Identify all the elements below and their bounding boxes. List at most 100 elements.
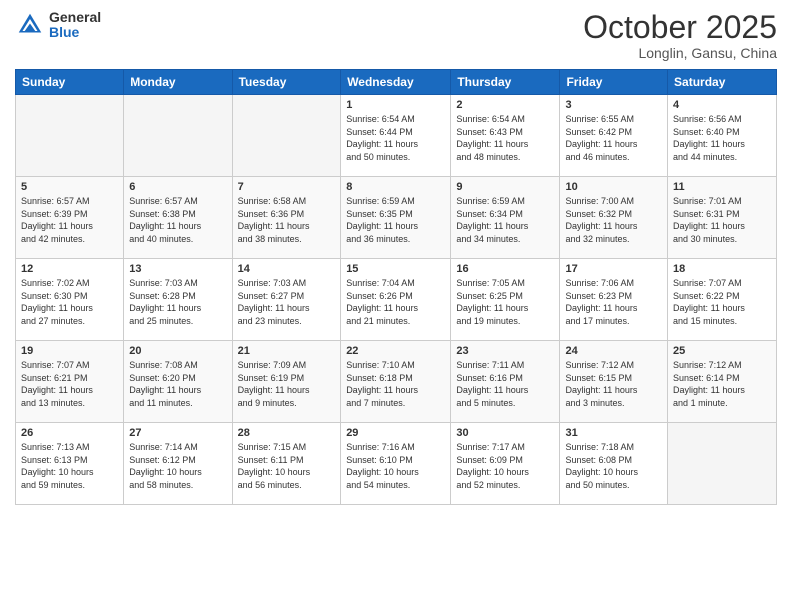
day-info: Sunrise: 7:14 AM Sunset: 6:12 PM Dayligh…	[129, 441, 226, 491]
table-row: 29 Sunrise: 7:16 AM Sunset: 6:10 PM Dayli…	[341, 423, 451, 505]
table-row: 16Sunrise: 7:05 AM Sunset: 6:25 PM Dayli…	[451, 259, 560, 341]
logo-text: General Blue	[49, 10, 101, 41]
day-number: 22	[346, 345, 445, 357]
table-row	[124, 95, 232, 177]
day-info: Sunrise: 7:02 AM Sunset: 6:30 PM Dayligh…	[21, 277, 118, 327]
day-info: Sunrise: 7:03 AM Sunset: 6:27 PM Dayligh…	[238, 277, 336, 327]
week-row-3: 12 Sunrise: 7:02 AM Sunset: 6:30 PM Dayli…	[16, 259, 777, 341]
day-number: 24	[565, 345, 662, 357]
day-number: 17	[565, 263, 662, 275]
day-info: Sunrise: 7:08 AM Sunset: 6:20 PM Dayligh…	[129, 359, 226, 409]
day-info: Sunrise: 7:13 AM Sunset: 6:13 PM Dayligh…	[21, 441, 118, 491]
table-row: 17 Sunrise: 7:06 AM Sunset: 6:23 PM Dayli…	[560, 259, 668, 341]
day-number: 29	[346, 427, 445, 439]
week-row-1: 1 Sunrise: 6:54 AM Sunset: 6:44 PM Daylig…	[16, 95, 777, 177]
day-info: Sunrise: 6:57 AM Sunset: 6:39 PM Dayligh…	[21, 195, 118, 245]
day-info: Sunrise: 7:07 AM Sunset: 6:21 PM Dayligh…	[21, 359, 118, 409]
day-number: 11	[673, 181, 771, 193]
day-info: Sunrise: 6:55 AM Sunset: 6:42 PM Dayligh…	[565, 113, 662, 163]
table-row: 22 Sunrise: 7:10 AM Sunset: 6:18 PM Dayli…	[341, 341, 451, 423]
day-number: 6	[129, 181, 226, 193]
table-row: 9Sunrise: 6:59 AM Sunset: 6:34 PM Daylig…	[451, 177, 560, 259]
day-info: Sunrise: 7:00 AM Sunset: 6:32 PM Dayligh…	[565, 195, 662, 245]
table-row: 11Sunrise: 7:01 AM Sunset: 6:31 PM Dayli…	[668, 177, 777, 259]
day-info: Sunrise: 7:06 AM Sunset: 6:23 PM Dayligh…	[565, 277, 662, 327]
table-row	[232, 95, 341, 177]
table-row: 19 Sunrise: 7:07 AM Sunset: 6:21 PM Dayli…	[16, 341, 124, 423]
day-number: 25	[673, 345, 771, 357]
table-row: 20Sunrise: 7:08 AM Sunset: 6:20 PM Dayli…	[124, 341, 232, 423]
col-tuesday: Tuesday	[232, 70, 341, 95]
day-number: 5	[21, 181, 118, 193]
day-number: 12	[21, 263, 118, 275]
day-number: 14	[238, 263, 336, 275]
table-row: 15 Sunrise: 7:04 AM Sunset: 6:26 PM Dayli…	[341, 259, 451, 341]
day-number: 23	[456, 345, 554, 357]
table-row: 10 Sunrise: 7:00 AM Sunset: 6:32 PM Dayli…	[560, 177, 668, 259]
day-info: Sunrise: 7:12 AM Sunset: 6:14 PM Dayligh…	[673, 359, 771, 409]
day-info: Sunrise: 6:58 AM Sunset: 6:36 PM Dayligh…	[238, 195, 336, 245]
day-info: Sunrise: 6:56 AM Sunset: 6:40 PM Dayligh…	[673, 113, 771, 163]
table-row: 5 Sunrise: 6:57 AM Sunset: 6:39 PM Daylig…	[16, 177, 124, 259]
title-area: October 2025 Longlin, Gansu, China	[583, 10, 777, 61]
table-row: 21 Sunrise: 7:09 AM Sunset: 6:19 PM Dayli…	[232, 341, 341, 423]
day-number: 15	[346, 263, 445, 275]
day-info: Sunrise: 7:10 AM Sunset: 6:18 PM Dayligh…	[346, 359, 445, 409]
day-number: 19	[21, 345, 118, 357]
table-row: 25 Sunrise: 7:12 AM Sunset: 6:14 PM Dayli…	[668, 341, 777, 423]
day-number: 28	[238, 427, 336, 439]
table-row: 31 Sunrise: 7:18 AM Sunset: 6:08 PM Dayli…	[560, 423, 668, 505]
table-row: 12 Sunrise: 7:02 AM Sunset: 6:30 PM Dayli…	[16, 259, 124, 341]
table-row: 13Sunrise: 7:03 AM Sunset: 6:28 PM Dayli…	[124, 259, 232, 341]
day-number: 26	[21, 427, 118, 439]
logo-blue-label: Blue	[49, 25, 101, 40]
day-number: 21	[238, 345, 336, 357]
day-info: Sunrise: 7:12 AM Sunset: 6:15 PM Dayligh…	[565, 359, 662, 409]
week-row-5: 26 Sunrise: 7:13 AM Sunset: 6:13 PM Dayli…	[16, 423, 777, 505]
day-number: 1	[346, 99, 445, 111]
day-number: 13	[129, 263, 226, 275]
header-row: Sunday Monday Tuesday Wednesday Thursday…	[16, 70, 777, 95]
table-row: 4 Sunrise: 6:56 AM Sunset: 6:40 PM Daylig…	[668, 95, 777, 177]
day-number: 8	[346, 181, 445, 193]
day-info: Sunrise: 6:59 AM Sunset: 6:35 PM Dayligh…	[346, 195, 445, 245]
day-info: Sunrise: 7:05 AM Sunset: 6:25 PM Dayligh…	[456, 277, 554, 327]
day-info: Sunrise: 7:16 AM Sunset: 6:10 PM Dayligh…	[346, 441, 445, 491]
table-row: 1 Sunrise: 6:54 AM Sunset: 6:44 PM Daylig…	[341, 95, 451, 177]
table-row: 6 Sunrise: 6:57 AM Sunset: 6:38 PM Daylig…	[124, 177, 232, 259]
table-row: 18 Sunrise: 7:07 AM Sunset: 6:22 PM Dayli…	[668, 259, 777, 341]
day-number: 18	[673, 263, 771, 275]
day-number: 31	[565, 427, 662, 439]
day-info: Sunrise: 6:57 AM Sunset: 6:38 PM Dayligh…	[129, 195, 226, 245]
day-info: Sunrise: 7:17 AM Sunset: 6:09 PM Dayligh…	[456, 441, 554, 491]
table-row: 23 Sunrise: 7:11 AM Sunset: 6:16 PM Dayli…	[451, 341, 560, 423]
table-row: 28Sunrise: 7:15 AM Sunset: 6:11 PM Dayli…	[232, 423, 341, 505]
day-info: Sunrise: 7:07 AM Sunset: 6:22 PM Dayligh…	[673, 277, 771, 327]
page: General Blue October 2025 Longlin, Gansu…	[0, 0, 792, 612]
calendar-table: Sunday Monday Tuesday Wednesday Thursday…	[15, 69, 777, 505]
header: General Blue October 2025 Longlin, Gansu…	[15, 10, 777, 61]
col-monday: Monday	[124, 70, 232, 95]
col-saturday: Saturday	[668, 70, 777, 95]
day-info: Sunrise: 7:04 AM Sunset: 6:26 PM Dayligh…	[346, 277, 445, 327]
day-info: Sunrise: 6:54 AM Sunset: 6:44 PM Dayligh…	[346, 113, 445, 163]
col-thursday: Thursday	[451, 70, 560, 95]
day-info: Sunrise: 6:59 AM Sunset: 6:34 PM Dayligh…	[456, 195, 554, 245]
day-info: Sunrise: 7:11 AM Sunset: 6:16 PM Dayligh…	[456, 359, 554, 409]
day-number: 27	[129, 427, 226, 439]
col-friday: Friday	[560, 70, 668, 95]
table-row	[668, 423, 777, 505]
day-number: 30	[456, 427, 554, 439]
table-row: 27 Sunrise: 7:14 AM Sunset: 6:12 PM Dayli…	[124, 423, 232, 505]
day-info: Sunrise: 7:09 AM Sunset: 6:19 PM Dayligh…	[238, 359, 336, 409]
day-number: 7	[238, 181, 336, 193]
day-number: 3	[565, 99, 662, 111]
day-number: 10	[565, 181, 662, 193]
day-info: Sunrise: 7:18 AM Sunset: 6:08 PM Dayligh…	[565, 441, 662, 491]
day-number: 4	[673, 99, 771, 111]
col-sunday: Sunday	[16, 70, 124, 95]
table-row	[16, 95, 124, 177]
table-row: 7 Sunrise: 6:58 AM Sunset: 6:36 PM Daylig…	[232, 177, 341, 259]
location-subtitle: Longlin, Gansu, China	[583, 45, 777, 61]
logo: General Blue	[15, 10, 101, 41]
